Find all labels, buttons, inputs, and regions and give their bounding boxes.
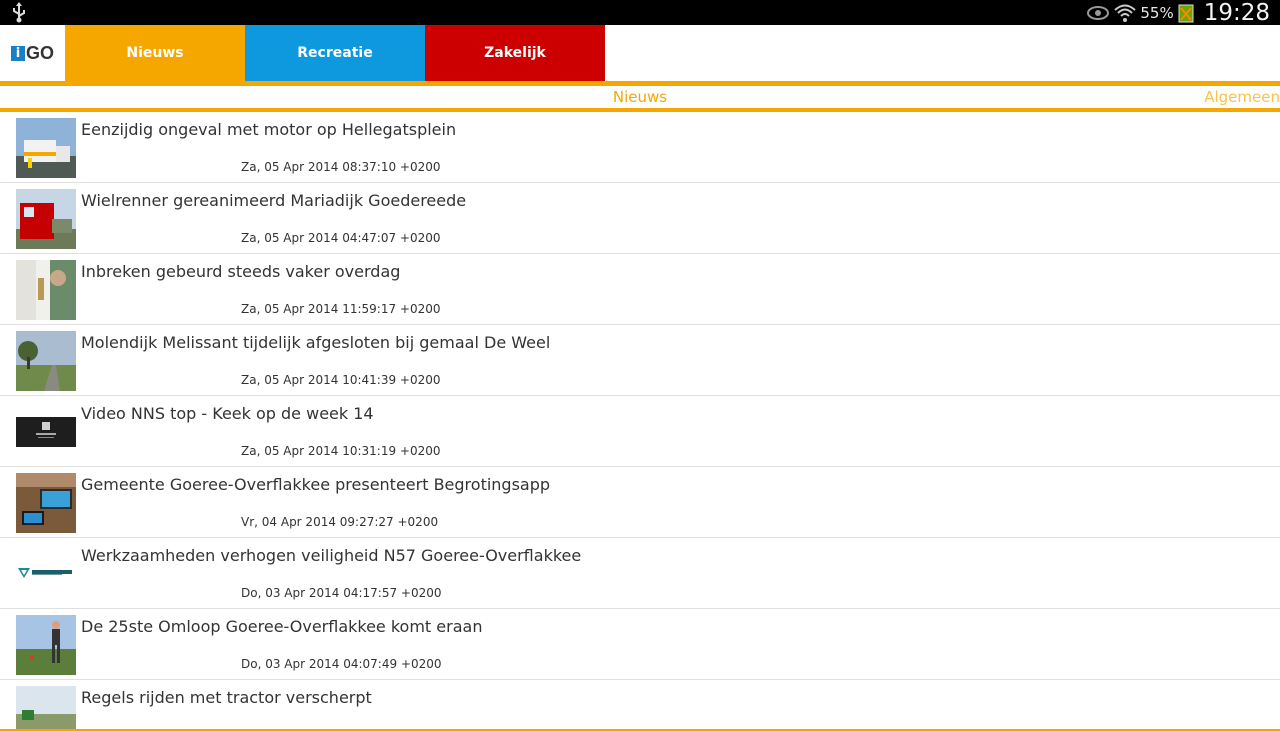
list-item[interactable]: De 25ste Omloop Goeree-Overflakkee komt … — [0, 609, 1280, 680]
battery-percent: 55% — [1140, 3, 1174, 22]
article-title: Eenzijdig ongeval met motor op Hellegats… — [81, 120, 457, 139]
article-thumbnail — [16, 473, 76, 533]
article-thumbnail — [16, 189, 76, 249]
article-date: Vr, 04 Apr 2014 09:27:27 +0200 — [241, 515, 439, 529]
article-thumbnail — [16, 615, 76, 675]
article-title: Video NNS top - Keek op de week 14 — [81, 404, 374, 423]
list-item[interactable]: Eenzijdig ongeval met motor op Hellegats… — [0, 112, 1280, 183]
article-thumbnail — [16, 402, 76, 462]
list-item[interactable]: Inbreken gebeurd steeds vaker overdag Za… — [0, 254, 1280, 325]
clock: 19:28 — [1203, 0, 1270, 26]
article-list[interactable]: Eenzijdig ongeval met motor op Hellegats… — [0, 112, 1280, 731]
article-title: Werkzaamheden verhogen veiligheid N57 Go… — [81, 546, 582, 565]
section-header: Nieuws Algemeen — [0, 86, 1280, 108]
list-item[interactable]: Molendijk Melissant tijdelijk afgesloten… — [0, 325, 1280, 396]
article-date: Za, 05 Apr 2014 10:41:39 +0200 — [241, 373, 441, 387]
wifi-icon — [1114, 4, 1137, 22]
usb-icon — [13, 2, 25, 23]
logo-i: i — [10, 45, 25, 61]
article-thumbnail — [16, 544, 76, 604]
article-date: Za, 05 Apr 2014 08:37:10 +0200 — [241, 160, 441, 174]
logo-text: GO — [25, 42, 54, 63]
tab-nieuws[interactable]: Nieuws — [65, 25, 245, 81]
article-thumbnail — [16, 686, 76, 731]
list-item[interactable]: Video NNS top - Keek op de week 14 Za, 0… — [0, 396, 1280, 467]
list-item[interactable]: Gemeente Goeree-Overflakkee presenteert … — [0, 467, 1280, 538]
eye-icon — [1087, 5, 1110, 20]
article-title: Regels rijden met tractor verscherpt — [81, 688, 372, 707]
article-title: Wielrenner gereanimeerd Mariadijk Goeder… — [81, 191, 467, 210]
article-date: Do, 03 Apr 2014 04:07:49 +0200 — [241, 657, 442, 671]
list-item[interactable]: Werkzaamheden verhogen veiligheid N57 Go… — [0, 538, 1280, 609]
article-date: Do, 03 Apr 2014 04:17:57 +0200 — [241, 586, 442, 600]
article-date: Za, 05 Apr 2014 11:59:17 +0200 — [241, 302, 441, 316]
article-title: De 25ste Omloop Goeree-Overflakkee komt … — [81, 617, 483, 636]
article-thumbnail — [16, 118, 76, 178]
article-title: Molendijk Melissant tijdelijk afgesloten… — [81, 333, 551, 352]
category-selector[interactable]: Algemeen — [1204, 88, 1280, 106]
article-date: Za, 05 Apr 2014 10:31:19 +0200 — [241, 444, 441, 458]
tab-zakelijk[interactable]: Zakelijk — [425, 25, 605, 81]
article-title: Inbreken gebeurd steeds vaker overdag — [81, 262, 401, 281]
section-title: Nieuws — [612, 88, 668, 106]
article-thumbnail — [16, 260, 76, 320]
tab-recreatie[interactable]: Recreatie — [245, 25, 425, 81]
article-date: Za, 05 Apr 2014 04:47:07 +0200 — [241, 231, 441, 245]
article-thumbnail — [16, 331, 76, 391]
article-title: Gemeente Goeree-Overflakkee presenteert … — [81, 475, 551, 494]
igo-logo[interactable]: i GO — [0, 25, 65, 81]
status-bar: 55% 19:28 — [0, 0, 1280, 26]
app-bar: i GO Nieuws Recreatie Zakelijk — [0, 25, 1280, 81]
battery-icon — [1178, 4, 1194, 22]
list-item[interactable]: Regels rijden met tractor verscherpt — [0, 680, 1280, 731]
list-item[interactable]: Wielrenner gereanimeerd Mariadijk Goeder… — [0, 183, 1280, 254]
